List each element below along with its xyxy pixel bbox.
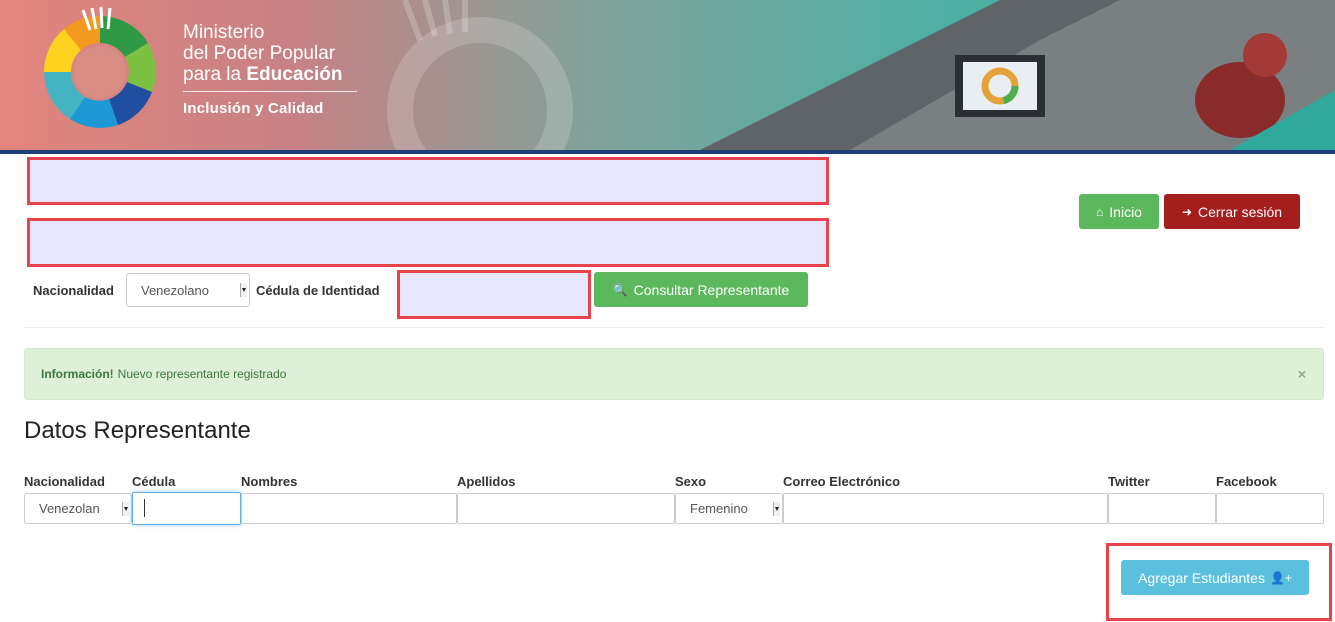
logo-line-2: del Poder Popular <box>183 43 336 64</box>
search-nationality-select[interactable]: Venezolano <box>126 273 250 307</box>
column-header-sexo: Sexo <box>675 474 707 489</box>
logo-subtitle: Inclusión y Calidad <box>183 100 324 117</box>
logo-line-3-prefix: para la <box>183 64 247 85</box>
logo-line-3: para la Educación <box>183 64 357 85</box>
add-students-button[interactable]: Agregar Estudiantes 👤+ <box>1121 560 1309 595</box>
add-user-icon: 👤+ <box>1269 570 1292 585</box>
logo-line-3-bold: Educación <box>246 64 343 85</box>
home-icon: ⌂ <box>1096 204 1104 219</box>
nationality-value: Venezolan <box>39 501 100 516</box>
column-header-nacionalidad: Nacionalidad <box>24 474 105 489</box>
logout-button[interactable]: ➜ Cerrar sesión <box>1164 194 1300 229</box>
search-icon: 🔍 <box>612 282 628 297</box>
chevron-down-icon <box>240 283 247 297</box>
search-id-input[interactable] <box>397 270 591 319</box>
search-nationality-value: Venezolano <box>141 282 209 298</box>
sign-out-icon: ➜ <box>1181 204 1193 219</box>
ministry-logo-text: Ministerio del Poder Popular para la Edu… <box>183 22 357 117</box>
logo-separator <box>183 91 357 92</box>
divider <box>24 327 1324 328</box>
facebook-input[interactable] <box>1216 493 1324 524</box>
apellidos-input[interactable] <box>457 493 675 524</box>
search-id-label: Cédula de Identidad <box>256 283 380 298</box>
sexo-value: Femenino <box>690 501 748 516</box>
column-header-facebook: Facebook <box>1216 474 1277 489</box>
header-banner: Ministerio del Poder Popular para la Edu… <box>0 0 1335 150</box>
close-icon[interactable]: × <box>1298 366 1306 382</box>
logo-line-1: Ministerio <box>183 22 265 43</box>
home-button-label: Inicio <box>1109 203 1142 220</box>
home-button[interactable]: ⌂ Inicio <box>1079 194 1159 229</box>
column-header-cedula: Cédula <box>132 474 176 489</box>
redacted-info-line-2 <box>27 218 829 267</box>
column-header-apellidos: Apellidos <box>457 474 516 489</box>
column-header-twitter: Twitter <box>1108 474 1150 489</box>
column-header-correo: Correo Electrónico <box>783 474 901 489</box>
nombres-input[interactable] <box>241 493 457 524</box>
info-alert: Información! Nuevo representante registr… <box>24 348 1324 400</box>
correo-input[interactable] <box>783 493 1108 524</box>
sexo-select[interactable]: Femenino <box>675 493 783 524</box>
add-students-label: Agregar Estudiantes <box>1138 569 1265 586</box>
twitter-input[interactable] <box>1108 493 1216 524</box>
column-header-nombres: Nombres <box>241 474 298 489</box>
consult-representative-label: Consultar Representante <box>633 281 790 298</box>
logout-button-label: Cerrar sesión <box>1198 203 1283 220</box>
chevron-down-icon <box>122 501 129 516</box>
redacted-info-line-1 <box>27 157 829 205</box>
search-nationality-label: Nacionalidad <box>33 283 114 298</box>
chevron-down-icon <box>773 501 780 516</box>
alert-title: Información! <box>41 367 114 381</box>
alert-message: Nuevo representante registrado <box>117 367 287 381</box>
text-cursor <box>144 499 145 517</box>
nationality-select[interactable]: Venezolan <box>24 493 132 524</box>
consult-representative-button[interactable]: 🔍 Consultar Representante <box>594 272 808 307</box>
form-title: Datos Representante <box>24 417 251 444</box>
banner-bottom-border <box>0 150 1335 154</box>
cedula-input[interactable] <box>132 492 241 525</box>
